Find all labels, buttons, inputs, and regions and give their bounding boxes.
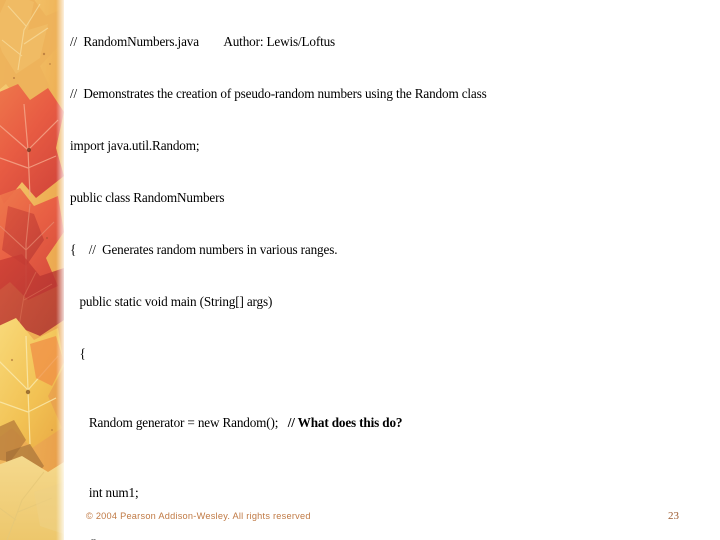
footer-copyright: © 2004 Pearson Addison-Wesley. All right… (86, 511, 311, 521)
code-line: import java.util.Random; (70, 137, 200, 153)
code-line: int num1; (70, 484, 139, 500)
autumn-maple-leaves-photo (0, 0, 64, 540)
footer-page-number: 23 (668, 510, 679, 522)
code-line: { // Generates random numbers in various… (70, 241, 338, 257)
inline-bold-comment: // What does this do? (287, 415, 403, 431)
java-code-listing: // RandomNumbers.java Author: Lewis/Loft… (70, 0, 718, 540)
slide-canvas: // RandomNumbers.java Author: Lewis/Loft… (0, 0, 720, 540)
code-line: public static void main (String[] args) (70, 293, 273, 309)
code-line: // RandomNumbers.java Author: Lewis/Loft… (70, 33, 336, 49)
code-line: { (70, 345, 86, 361)
code-line: // Demonstrates the creation of pseudo-r… (70, 85, 487, 101)
code-line-text: Random generator = new Random(); // What… (70, 415, 403, 431)
code-line: float num2; (70, 536, 718, 540)
code-line: public class RandomNumbers (70, 189, 225, 205)
code-line-with-bold-comment: Random generator = new Random(); // What… (70, 414, 718, 431)
